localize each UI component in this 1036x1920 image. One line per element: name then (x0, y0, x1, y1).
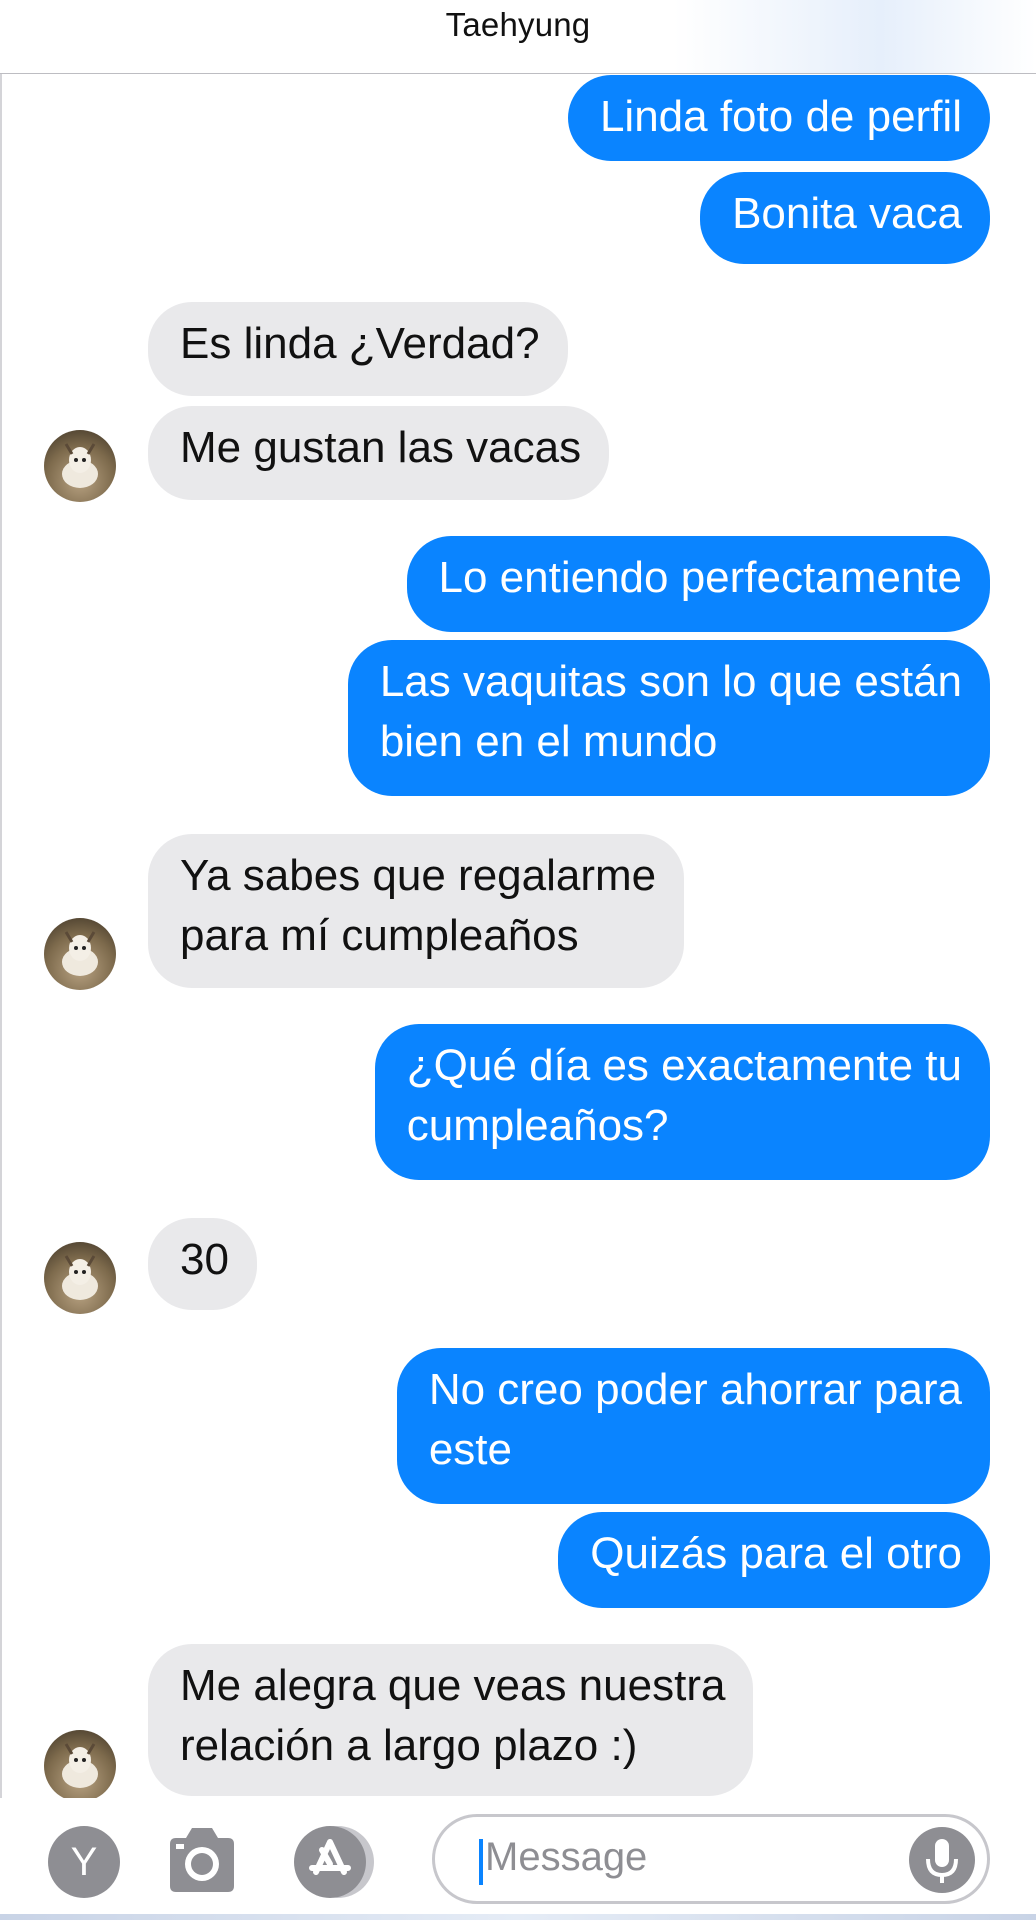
camera-icon (170, 1828, 234, 1892)
outgoing-message[interactable]: No creo poder ahorrar para este (396, 1348, 990, 1504)
incoming-message[interactable]: Es linda ¿Verdad? (148, 302, 568, 396)
contact-avatar[interactable] (44, 1242, 116, 1314)
outgoing-message[interactable]: Linda foto de perfil (567, 75, 990, 161)
message-composer: Y Message (0, 1798, 1036, 1920)
outgoing-message[interactable]: Las vaquitas son lo que están bien en el… (347, 640, 990, 796)
dictation-button[interactable] (909, 1827, 975, 1893)
contact-avatar[interactable] (44, 430, 116, 502)
incoming-message[interactable]: 30 (148, 1218, 257, 1310)
cow-photo-icon (62, 931, 98, 976)
incoming-message[interactable]: Ya sabes que regalarme para mí cumpleaño… (148, 834, 685, 988)
conversation-header: Taehyung (0, 0, 1036, 74)
outgoing-message[interactable]: Lo entiendo perfectamente (406, 536, 990, 632)
app-store-button[interactable] (294, 1826, 366, 1898)
app-shortcut-button[interactable]: Y (48, 1826, 120, 1898)
cow-photo-icon (62, 443, 98, 488)
outgoing-message[interactable]: ¿Qué día es exactamente tu cumpleaños? (374, 1024, 990, 1180)
bottom-edge (0, 1914, 1036, 1920)
outgoing-message[interactable]: Bonita vaca (700, 172, 990, 264)
incoming-message[interactable]: Me alegra que veas nuestra relación a la… (148, 1644, 754, 1796)
text-cursor (479, 1839, 483, 1885)
cow-photo-icon (62, 1255, 98, 1300)
cow-photo-icon (62, 1743, 98, 1788)
app-store-icon (309, 1839, 351, 1875)
contact-name[interactable]: Taehyung (0, 6, 1036, 44)
incoming-message[interactable]: Me gustan las vacas (148, 406, 610, 500)
camera-button[interactable] (160, 1820, 242, 1902)
message-input[interactable]: Message (432, 1814, 990, 1904)
screen-edge (0, 74, 2, 1920)
microphone-icon (926, 1839, 958, 1883)
outgoing-message[interactable]: Quizás para el otro (558, 1512, 990, 1608)
message-placeholder: Message (485, 1835, 648, 1879)
contact-avatar[interactable] (44, 1730, 116, 1802)
contact-avatar[interactable] (44, 918, 116, 990)
